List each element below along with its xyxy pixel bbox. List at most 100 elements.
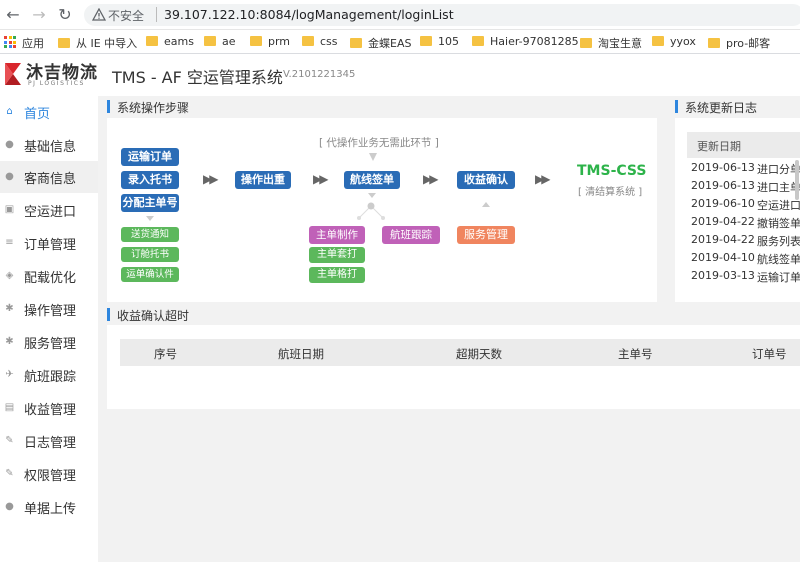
forward-arrow-icon[interactable]: → (30, 6, 48, 24)
update-log-row[interactable]: 2019-06-10 空运进口 (687, 195, 800, 213)
timeout-panel-title: 收益确认超时 (107, 307, 189, 324)
bookmark-apps[interactable]: 应用 (22, 35, 44, 51)
bookmarks-bar: 应用 从 IE 中导入 eams ae prm css 金蝶EAS 105 Ha… (0, 30, 800, 54)
up-triangle-icon (482, 202, 490, 207)
double-chevron-right-icon: ▶▶ (423, 172, 439, 186)
browser-address-bar: ← → ↻ 不安全 39.107.122.10:8084/logManageme… (0, 0, 800, 30)
folder-icon (302, 36, 314, 46)
sidebar-item-doc-upload[interactable]: ● 单据上传 (0, 491, 98, 523)
column-header-flight-date[interactable]: 航班日期 (278, 346, 324, 362)
timeout-panel: 序号 航班日期 超期天数 主单号 订单号 (107, 325, 800, 409)
edit-icon: ✎ (5, 468, 14, 479)
gear-icon: ✱ (5, 336, 14, 347)
sidebar-item-service-manage[interactable]: ✱ 服务管理 (0, 326, 98, 358)
url-text[interactable]: 39.107.122.10:8084/logManagement/loginLi… (164, 7, 454, 22)
folder-icon (472, 36, 484, 46)
sidebar-item-order-manage[interactable]: ≡ 订单管理 (0, 227, 98, 259)
bookmark-item[interactable]: 从 IE 中导入 (58, 35, 137, 51)
update-log-header: 更新日期 (687, 132, 800, 158)
update-log-row[interactable]: 2019-04-22 撤销签单 (687, 213, 800, 231)
bookmark-item[interactable]: ae (204, 35, 236, 51)
sidebar-item-log-manage[interactable]: ✎ 日志管理 (0, 425, 98, 457)
double-chevron-right-icon: ▶▶ (313, 172, 329, 186)
update-log-row[interactable]: 2019-04-10 航线签单 (687, 249, 800, 267)
update-log-row[interactable]: 2019-06-13 进口分单 (687, 159, 800, 177)
branch-dots-icon (357, 202, 385, 220)
reload-icon[interactable]: ↻ (56, 6, 74, 24)
sidebar-item-home[interactable]: ⌂ 首页 (0, 96, 98, 128)
sidebar-item-permission-manage[interactable]: ✎ 权限管理 (0, 458, 98, 490)
double-chevron-right-icon: ▶▶ (535, 172, 551, 186)
gear-icon: ✱ (5, 303, 14, 314)
sidebar-item-customer-info[interactable]: ● 客商信息 (0, 161, 98, 193)
list-icon: ≡ (5, 237, 14, 248)
logo-icon (5, 63, 21, 85)
folder-icon (580, 38, 592, 48)
step-master-make-button[interactable]: 主单制作 (309, 226, 365, 244)
update-log-panel: 更新日期 2019-06-13 进口分单 2019-06-13 进口主单 2019-… (675, 118, 800, 302)
user-icon: ● (5, 139, 14, 150)
column-header-order-no[interactable]: 订单号 (752, 346, 787, 362)
step-booking-consign-button[interactable]: 订舱托书 (121, 247, 179, 262)
sidebar-item-basic-info[interactable]: ● 基础信息 (0, 129, 98, 161)
update-log-title: 系统更新日志 (675, 99, 757, 116)
step-revenue-confirm-button[interactable]: 收益确认 (457, 171, 515, 189)
steps-panel-title: 系统操作步骤 (107, 99, 189, 116)
sidebar-item-operation-manage[interactable]: ✱ 操作管理 (0, 293, 98, 325)
url-separator (156, 7, 157, 22)
folder-icon (204, 36, 216, 46)
timeout-table-header: 序号 航班日期 超期天数 主单号 订单号 (120, 339, 800, 366)
system-title: TMS - AF 空运管理系统 (112, 68, 283, 87)
plane-icon: ✈ (5, 369, 14, 380)
url-box[interactable]: 不安全 39.107.122.10:8084/logManagement/log… (84, 4, 800, 26)
bookmark-item[interactable]: 105 (420, 35, 459, 51)
sidebar-item-load-optimize[interactable]: ◈ 配载优化 (0, 260, 98, 292)
update-log-row[interactable]: 2019-04-22 服务列表 (687, 231, 800, 249)
tms-css-label: TMS-CSS (577, 163, 647, 179)
folder-icon (652, 36, 664, 46)
step-operation-out-button[interactable]: 操作出重 (235, 171, 291, 189)
step-confirm-waybill-button[interactable]: 运单确认件 (121, 267, 179, 282)
apps-grid-icon[interactable] (4, 36, 16, 48)
bookmark-item[interactable]: Haier-97081285 (472, 35, 579, 51)
optional-note: [ 代操作业务无需此环节 ] (319, 137, 439, 149)
folder-icon (146, 36, 158, 46)
sidebar-item-revenue-manage[interactable]: ▤ 收益管理 (0, 392, 98, 424)
insecure-label: 不安全 (108, 9, 145, 23)
step-flight-sign-button[interactable]: 航线签单 (344, 171, 400, 189)
tms-css-sublabel: [ 清结算系统 ] (578, 187, 643, 198)
bookmark-item[interactable]: prm (250, 35, 290, 51)
chart-icon: ▤ (4, 402, 15, 413)
down-triangle-icon (369, 153, 377, 161)
column-header-index[interactable]: 序号 (154, 346, 177, 362)
step-entry-consign-button[interactable]: 录入托书 (121, 171, 179, 189)
update-log-scrollbar[interactable] (795, 160, 799, 200)
step-master-print-format-button[interactable]: 主单格打 (309, 267, 365, 283)
bookmark-item[interactable]: 金蝶EAS (350, 35, 411, 51)
bookmark-item[interactable]: pro-邮客 (708, 35, 770, 51)
bookmark-item[interactable]: eams (146, 35, 194, 51)
column-header-master-no[interactable]: 主单号 (618, 346, 653, 362)
sidebar-item-air-import[interactable]: ▣ 空运进口 (0, 194, 98, 226)
step-delivery-notice-button[interactable]: 送货通知 (121, 227, 179, 242)
bookmark-item[interactable]: css (302, 35, 338, 51)
step-master-print-set-button[interactable]: 主单套打 (309, 247, 365, 263)
double-chevron-right-icon: ▶▶ (203, 172, 219, 186)
step-transport-order-button[interactable]: 运输订单 (121, 148, 179, 166)
sidebar: ⌂ 首页 ● 基础信息 ● 客商信息 ▣ 空运进口 ≡ 订单管理 ◈ 配载优化 … (0, 96, 98, 562)
update-log-row[interactable]: 2019-03-13 运输订单 (687, 267, 800, 285)
app-header: 沐吉物流 PJ LOGISTICS TMS - AF 空运管理系统 V.2101… (0, 54, 800, 96)
step-service-manage-button[interactable]: 服务管理 (457, 226, 515, 244)
step-flight-track-button[interactable]: 航班跟踪 (382, 226, 440, 244)
bookmark-item[interactable]: 淘宝生意 (580, 35, 642, 51)
back-arrow-icon[interactable]: ← (4, 6, 22, 24)
update-log-row[interactable]: 2019-06-13 进口主单 (687, 177, 800, 195)
folder-icon (250, 36, 262, 46)
column-header-overdue-days[interactable]: 超期天数 (456, 346, 502, 362)
steps-panel: [ 代操作业务无需此环节 ] 运输订单 录入托书 分配主单号 送货通知 订舱托书… (107, 118, 657, 302)
sidebar-item-flight-track[interactable]: ✈ 航班跟踪 (0, 359, 98, 391)
folder-icon (58, 38, 70, 48)
step-assign-master-button[interactable]: 分配主单号 (121, 194, 179, 212)
user-icon: ● (5, 501, 14, 512)
bookmark-item[interactable]: yyox (652, 35, 696, 51)
